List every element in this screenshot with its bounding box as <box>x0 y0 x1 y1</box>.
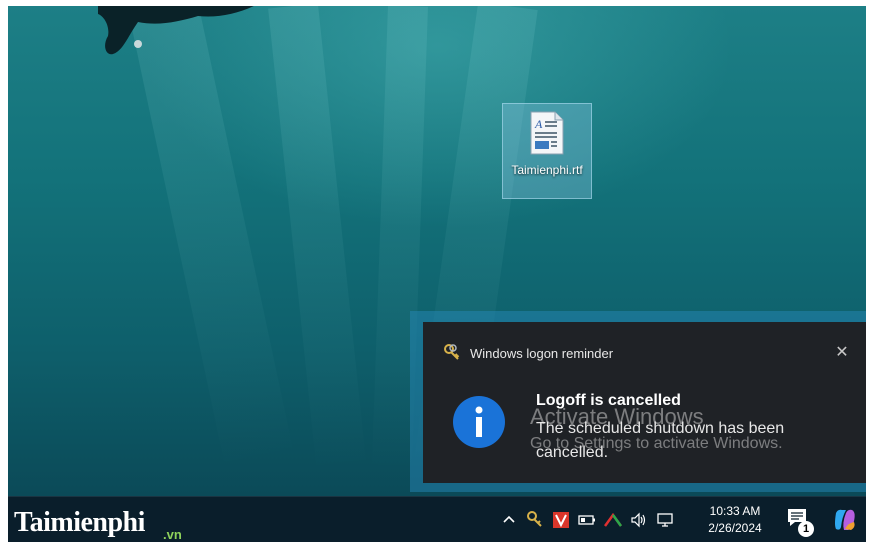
info-icon <box>453 396 505 448</box>
light-ray <box>128 6 295 474</box>
notification-center-button[interactable]: 1 <box>786 507 814 537</box>
red-arrow-icon[interactable] <box>602 509 624 531</box>
copilot-icon[interactable] <box>832 507 858 533</box>
close-icon[interactable]: ✕ <box>833 344 851 362</box>
toast-title: Logoff is cancelled <box>536 392 681 409</box>
brand-logo: Taimienphi <box>14 501 145 541</box>
clock-time: 10:33 AM <box>709 504 761 518</box>
v-app-icon[interactable] <box>550 509 572 531</box>
taskbar: Taimienphi .vn 10:33 AM 2/26/2024 1 <box>8 496 866 542</box>
toast-app-name: Windows logon reminder <box>470 345 614 361</box>
taskbar-clock[interactable]: 10:33 AM 2/26/2024 <box>696 503 774 537</box>
svg-text:A: A <box>534 117 543 131</box>
keys-icon <box>444 344 460 360</box>
network-icon[interactable] <box>654 509 676 531</box>
toast-notification[interactable]: Windows logon reminder ✕ Activate Window… <box>423 322 866 483</box>
info-glyph <box>475 406 483 437</box>
desktop-file-icon[interactable]: A Taimienphi.rtf <box>502 103 592 199</box>
diver-silhouette <box>98 6 254 55</box>
brand-suffix: .vn <box>163 527 182 542</box>
toast-header: Windows logon reminder <box>443 344 613 362</box>
brand-text: Taimienphi <box>14 507 145 538</box>
notification-badge: 1 <box>798 521 814 537</box>
toast-body: The scheduled shutdown has been cancelle… <box>536 420 785 461</box>
speaker-icon[interactable] <box>628 509 650 531</box>
keys-icon[interactable] <box>524 509 546 531</box>
battery-icon[interactable] <box>576 509 598 531</box>
clock-date: 2/26/2024 <box>708 521 762 535</box>
desktop-file-label: Taimienphi.rtf <box>511 163 583 177</box>
rtf-document-icon: A <box>530 111 564 155</box>
system-tray <box>496 497 678 542</box>
screen: A Taimienphi.rtf Windows logon reminder <box>8 6 866 542</box>
desktop-background[interactable]: A Taimienphi.rtf Windows logon reminder <box>8 6 866 496</box>
chevron-up-icon[interactable] <box>498 509 520 531</box>
